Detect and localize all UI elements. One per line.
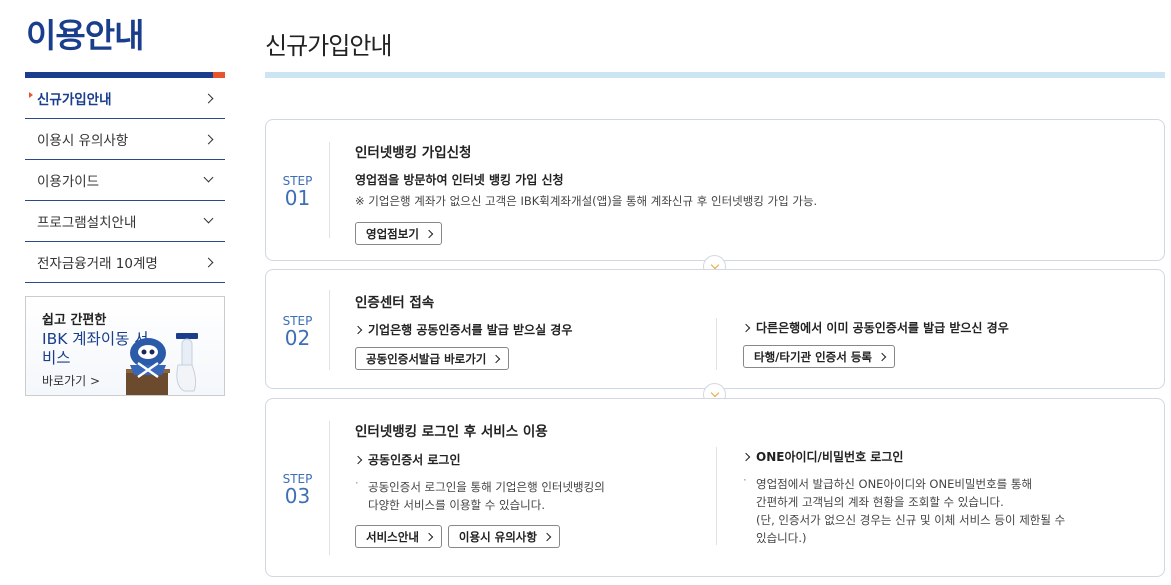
step-divider (329, 142, 330, 238)
sidebar-item-label: 이용가이드 (37, 174, 100, 190)
step-01-box: STEP 01 인터넷뱅킹 가입신청 영업점을 방문하여 인터넷 뱅킹 가입 신… (265, 119, 1165, 261)
precautions-button[interactable]: 이용시 유의사항 (447, 525, 560, 548)
step-left-subheading: 공동인증서 로그인 (355, 451, 605, 468)
arrow-right-icon (355, 453, 361, 467)
step-number: 02 (284, 326, 311, 350)
active-marker-icon (29, 92, 33, 98)
chevron-right-icon (203, 91, 213, 105)
step-03-content: 인터넷뱅킹 로그인 후 서비스 이용 공동인증서 로그인 공동인증서 로그인을 … (355, 420, 605, 548)
chevron-right-icon (203, 132, 213, 146)
service-guide-button[interactable]: 서비스안내 (355, 525, 442, 548)
step-02-content: 인증센터 접속 기업은행 공동인증서를 발급 받으실 경우 공동인증서발급 바로… (355, 291, 572, 370)
button-label: 이용시 유의사항 (458, 529, 537, 544)
sidebar-item-precautions[interactable]: 이용시 유의사항 (25, 119, 225, 160)
step-02-left-actions: 공동인증서발급 바로가기 (355, 347, 572, 370)
step-03-right-content: ONE아이디/비밀번호 로그인 영업점에서 발급하신 ONE아이디와 ONE비밀… (743, 448, 1065, 547)
mascot-illustration-icon (126, 333, 198, 395)
other-bank-certificate-button[interactable]: 타행/타기관 인증서 등록 (743, 345, 896, 368)
sidebar-item-ten-rules[interactable]: 전자금융거래 10계명 (25, 242, 225, 283)
banner-link[interactable]: 바로가기 > (42, 372, 100, 389)
step-heading: 인터넷뱅킹 로그인 후 서비스 이용 (355, 424, 548, 440)
arrow-right-icon (743, 450, 749, 464)
description-line: 간편하게 고객님의 계좌 현황을 조회할 수 있습니다. (756, 495, 1004, 509)
step-03-left-text: 공동인증서 로그인을 통해 기업은행 인터넷뱅킹의 다양한 서비스를 이용할 수… (355, 474, 605, 514)
banner-line1: 쉽고 간편한 (42, 313, 107, 328)
button-label: 공동인증서발급 바로가기 (366, 351, 487, 366)
subheading-text: 기업은행 공동인증서를 발급 받으실 경우 (368, 323, 573, 337)
column-divider (716, 447, 717, 545)
step-number: 01 (284, 186, 311, 210)
sidebar-menu: 신규가입안내 이용시 유의사항 이용가이드 프로그램설치안내 전자금융거래 10… (25, 78, 225, 283)
arrow-right-icon (355, 323, 361, 337)
description-line: (단, 인증서가 없으신 경우는 신규 및 이체 서비스 등이 제한될 수 (756, 513, 1066, 527)
sidebar: 이용안내 신규가입안내 이용시 유의사항 이용가이드 프로그램설치안내 전자금융… (25, 0, 225, 396)
step-03-label: STEP 03 (266, 472, 329, 508)
chevron-right-icon (419, 530, 432, 544)
step-01-content: 인터넷뱅킹 가입신청 영업점을 방문하여 인터넷 뱅킹 가입 신청 ※ 기업은행… (355, 141, 817, 245)
chevron-right-icon (486, 352, 499, 366)
column-divider (716, 318, 717, 370)
step-03-left-actions: 서비스안내 이용시 유의사항 (355, 525, 605, 548)
step-03-box: STEP 03 인터넷뱅킹 로그인 후 서비스 이용 공동인증서 로그인 공동인… (265, 398, 1165, 577)
step-02-label: STEP 02 (266, 314, 329, 350)
sidebar-item-label: 전자금융거래 10계명 (37, 256, 158, 272)
sidebar-item-label: 신규가입안내 (37, 92, 112, 108)
button-label: 서비스안내 (366, 529, 419, 544)
step-02-box: STEP 02 인증센터 접속 기업은행 공동인증서를 발급 받으실 경우 공동… (265, 269, 1165, 389)
chevron-right-icon (419, 227, 432, 241)
subheading-text: ONE아이디/비밀번호 로그인 (756, 450, 904, 464)
step-note: ※ 기업은행 계좌가 없으신 고객은 IBK휙계좌개설(앱)을 통해 계좌신규 … (355, 194, 818, 208)
button-label: 타행/타기관 인증서 등록 (754, 349, 873, 364)
arrow-right-icon (743, 321, 749, 335)
certificate-issue-button[interactable]: 공동인증서발급 바로가기 (355, 347, 510, 370)
step-heading: 인증센터 접속 (355, 295, 435, 311)
step-heading: 인터넷뱅킹 가입신청 (355, 145, 472, 161)
step-left-subheading: 기업은행 공동인증서를 발급 받으실 경우 (355, 321, 572, 338)
page-title-underline (265, 72, 1165, 78)
branch-locator-button[interactable]: 영업점보기 (355, 222, 442, 245)
chevron-right-icon (537, 530, 550, 544)
step-number: 03 (284, 484, 311, 508)
step-03-right-text: 영업점에서 발급하신 ONE아이디와 ONE비밀번호를 통해 간편하게 고객님의… (743, 471, 1066, 547)
step-right-subheading: ONE아이디/비밀번호 로그인 (743, 448, 1065, 465)
sidebar-item-label: 이용시 유의사항 (37, 133, 129, 149)
sidebar-item-program-install[interactable]: 프로그램설치안내 (25, 201, 225, 242)
sidebar-item-label: 프로그램설치안내 (37, 215, 137, 231)
description-line: 다양한 서비스를 이용할 수 있습니다. (368, 498, 545, 512)
subheading-text: 다른은행에서 이미 공동인증서를 발급 받으신 경우 (756, 321, 1009, 335)
step-02-right-actions: 타행/타기관 인증서 등록 (743, 345, 1009, 368)
sidebar-item-guide[interactable]: 이용가이드 (25, 160, 225, 201)
description-line: 공동인증서 로그인을 통해 기업은행 인터넷뱅킹의 (355, 474, 605, 496)
subheading-text: 공동인증서 로그인 (368, 453, 461, 467)
step-divider (329, 421, 330, 555)
sidebar-title: 이용안내 (26, 16, 144, 55)
page-title: 신규가입안내 (265, 32, 392, 60)
step-01-label: STEP 01 (266, 174, 329, 210)
description-line: 있습니다.) (756, 531, 807, 545)
step-02-right-content: 다른은행에서 이미 공동인증서를 발급 받으신 경우 타행/타기관 인증서 등록 (743, 319, 1009, 368)
step-divider (329, 290, 330, 370)
chevron-right-icon (203, 255, 213, 269)
description-line: 영업점에서 발급하신 ONE아이디와 ONE비밀번호를 통해 (743, 471, 1065, 493)
chevron-right-icon (872, 350, 885, 364)
step-subheading: 영업점을 방문하여 인터넷 뱅킹 가입 신청 (355, 173, 564, 187)
step-right-subheading: 다른은행에서 이미 공동인증서를 발급 받으신 경우 (743, 319, 1009, 336)
chevron-down-icon (203, 173, 213, 187)
step-01-actions: 영업점보기 (355, 222, 817, 245)
button-label: 영업점보기 (366, 226, 419, 241)
account-transfer-banner[interactable]: 쉽고 간편한 IBK 계좌이동 서비스 바로가기 > (25, 296, 225, 396)
sidebar-item-new-signup[interactable]: 신규가입안내 (25, 78, 225, 119)
chevron-down-icon (203, 214, 213, 228)
